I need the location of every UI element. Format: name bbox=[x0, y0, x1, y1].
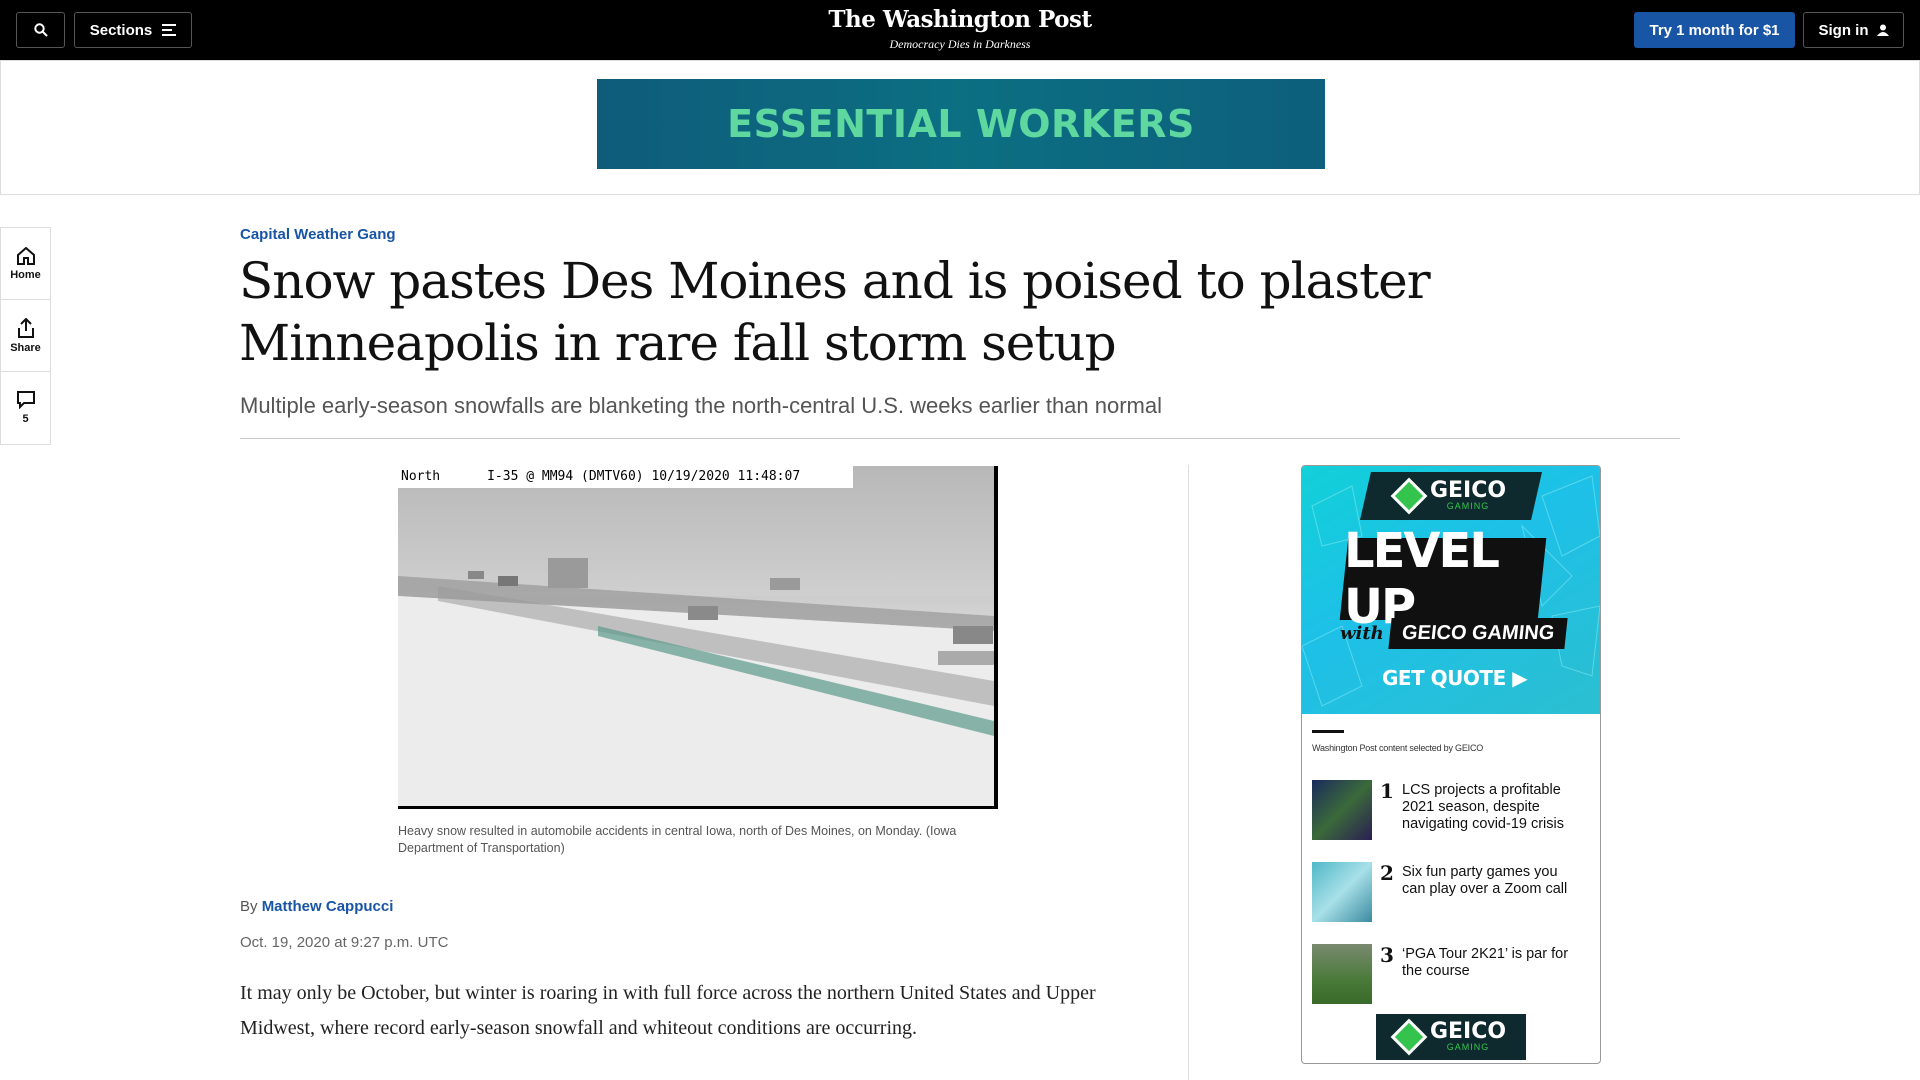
ad-hero[interactable]: GEICO GAMING LEVEL UP with GEICO GAMING … bbox=[1302, 466, 1600, 714]
menu-icon bbox=[162, 24, 177, 36]
sponsored-list-item[interactable]: 2 Six fun party games you can play over … bbox=[1312, 862, 1592, 944]
geico-gaming-logo: GEICO GAMING bbox=[1360, 472, 1542, 520]
geico-wordmark: GEICO bbox=[1429, 1019, 1507, 1044]
comments-count: 5 bbox=[22, 413, 29, 425]
byline: By Matthew Cappucci bbox=[240, 898, 393, 915]
geico-gaming-footer-logo[interactable]: GEICO GAMING bbox=[1376, 1014, 1526, 1060]
list-item-number: 2 bbox=[1380, 861, 1394, 885]
photo-caption: Heavy snow resulted in automobile accide… bbox=[398, 824, 957, 855]
selected-by-label: Washington Post content selected by GEIC… bbox=[1312, 743, 1484, 753]
pga-tour-thumbnail[interactable] bbox=[1312, 944, 1372, 1004]
home-icon bbox=[16, 246, 35, 265]
publish-date: Oct. 19, 2020 at 9:27 p.m. UTC bbox=[240, 934, 449, 951]
sponsored-list: 1 LCS projects a profitable 2021 season,… bbox=[1312, 780, 1592, 1026]
camera-overlay-text: North I-35 @ MM94 (DMTV60) 10/19/2020 11… bbox=[401, 469, 801, 484]
sign-in-label: Sign in bbox=[1818, 21, 1869, 39]
geico-sidebar-ad[interactable]: GEICO GAMING LEVEL UP with GEICO GAMING … bbox=[1301, 465, 1601, 1064]
sections-button[interactable]: Sections bbox=[74, 12, 192, 48]
byline-prefix: By bbox=[240, 898, 258, 915]
traffic-camera-image bbox=[398, 466, 994, 806]
article-headline: Snow pastes Des Moines and is poised to … bbox=[239, 252, 1431, 372]
section-kicker[interactable]: Capital Weather Gang bbox=[240, 226, 396, 243]
article-subhead: Multiple early-season snowfalls are blan… bbox=[240, 393, 1163, 418]
search-icon bbox=[33, 23, 48, 37]
comment-icon bbox=[16, 391, 35, 409]
share-icon bbox=[17, 317, 34, 338]
geico-gaming-text: GEICO GAMING bbox=[1388, 618, 1568, 649]
with-text: with bbox=[1340, 623, 1384, 644]
level-up-block: LEVEL UP bbox=[1339, 523, 1547, 635]
column-divider bbox=[1188, 465, 1189, 1080]
subscribe-button[interactable]: Try 1 month for $1 bbox=[1634, 12, 1795, 48]
geico-diamond-icon bbox=[1390, 1018, 1428, 1056]
essential-workers-ad[interactable]: ESSENTIAL WORKERS bbox=[597, 79, 1325, 169]
top-navigation-bar: Sections The Washington Post Democracy D… bbox=[0, 0, 1920, 60]
list-item-number: 3 bbox=[1380, 943, 1394, 967]
site-tagline: Democracy Dies in Darkness bbox=[889, 37, 1031, 51]
article-body-paragraph: It may only be October, but winter is ro… bbox=[240, 982, 1096, 1039]
ad-banner-text: ESSENTIAL WORKERS bbox=[727, 102, 1195, 146]
author-link[interactable]: Matthew Cappucci bbox=[262, 898, 394, 915]
list-item-title[interactable]: ‘PGA Tour 2K21’ is par for the course bbox=[1402, 944, 1577, 980]
ad-section-rule bbox=[1312, 730, 1344, 733]
search-button[interactable] bbox=[16, 12, 65, 48]
list-item-number: 1 bbox=[1380, 779, 1394, 803]
masthead[interactable]: The Washington Post Democracy Dies in Da… bbox=[760, 6, 1160, 52]
home-label: Home bbox=[10, 268, 41, 281]
with-geico-gaming: with GEICO GAMING bbox=[1340, 618, 1568, 649]
rail-comments-button[interactable]: 5 bbox=[1, 372, 50, 444]
user-icon bbox=[1876, 24, 1889, 36]
lcs-thumbnail[interactable] bbox=[1312, 780, 1372, 840]
geico-wordmark: GEICO bbox=[1429, 478, 1507, 503]
sign-in-button[interactable]: Sign in bbox=[1803, 12, 1904, 48]
lead-photo[interactable]: North I-35 @ MM94 (DMTV60) 10/19/2020 11… bbox=[398, 466, 998, 809]
geico-diamond-icon bbox=[1390, 477, 1428, 515]
left-rail: Home Share 5 bbox=[0, 227, 51, 445]
party-games-thumbnail[interactable] bbox=[1312, 862, 1372, 922]
sections-label: Sections bbox=[89, 21, 153, 39]
get-quote-button[interactable]: GET QUOTE ▶ bbox=[1382, 666, 1528, 690]
share-label: Share bbox=[10, 341, 41, 354]
snowy-highway-scene bbox=[398, 466, 994, 806]
rail-home-button[interactable]: Home bbox=[1, 228, 50, 300]
top-ad-container: ESSENTIAL WORKERS bbox=[0, 60, 1920, 195]
site-logo[interactable]: The Washington Post bbox=[760, 6, 1160, 34]
headline-divider bbox=[240, 438, 1680, 439]
sponsored-list-item[interactable]: 1 LCS projects a profitable 2021 season,… bbox=[1312, 780, 1592, 862]
rail-share-button[interactable]: Share bbox=[1, 300, 50, 372]
list-item-title[interactable]: Six fun party games you can play over a … bbox=[1402, 862, 1577, 898]
list-item-title[interactable]: LCS projects a profitable 2021 season, d… bbox=[1402, 780, 1577, 833]
